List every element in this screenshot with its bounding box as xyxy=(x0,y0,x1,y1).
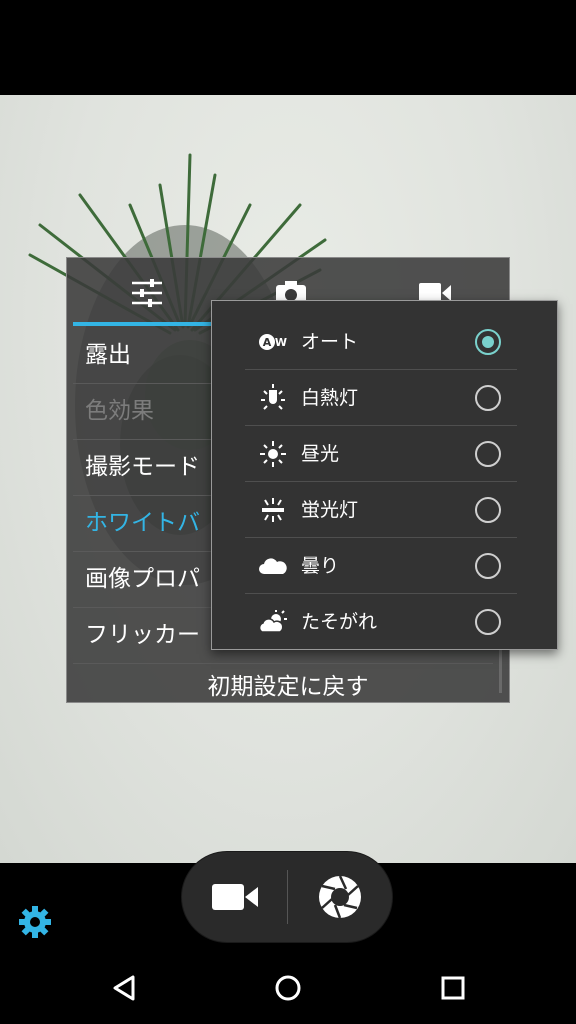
wb-option-label: オート xyxy=(301,331,359,353)
video-camera-icon xyxy=(211,884,258,910)
incandescent-icon xyxy=(257,384,289,412)
capture-controls xyxy=(182,852,392,942)
radio-unselected[interactable] xyxy=(475,553,501,579)
navigation-bar xyxy=(0,948,576,1024)
wb-option-daylight[interactable]: 昼光 xyxy=(245,426,517,482)
shutter-button[interactable] xyxy=(287,852,392,942)
wb-option-fluorescent[interactable]: 蛍光灯 xyxy=(245,482,517,538)
gear-icon xyxy=(19,906,51,938)
twilight-icon xyxy=(257,608,289,636)
cloudy-icon xyxy=(257,552,289,580)
auto-wb-icon: A W xyxy=(257,328,289,356)
video-record-button[interactable] xyxy=(182,852,287,942)
back-button[interactable] xyxy=(104,968,144,1008)
radio-selected[interactable] xyxy=(475,329,501,355)
wb-option-cloudy[interactable]: 曇り xyxy=(245,538,517,594)
wb-option-label: たそがれ xyxy=(301,611,378,633)
radio-unselected[interactable] xyxy=(475,385,501,411)
daylight-icon xyxy=(257,440,289,468)
sliders-icon xyxy=(132,279,162,307)
tab-settings[interactable] xyxy=(73,258,221,328)
home-circle-icon xyxy=(275,975,301,1001)
recents-button[interactable] xyxy=(433,968,473,1008)
svg-text:A: A xyxy=(263,336,272,349)
wb-option-incandescent[interactable]: 白熱灯 xyxy=(245,370,517,426)
back-triangle-icon xyxy=(113,975,135,1001)
svg-text:W: W xyxy=(275,336,287,349)
wb-option-label: 蛍光灯 xyxy=(301,499,359,521)
white-balance-popup: A W オート 白熱灯 昼光 蛍光灯 曇り たそがれ xyxy=(211,300,558,650)
status-bar xyxy=(0,0,576,95)
wb-option-label: 白熱灯 xyxy=(301,387,359,409)
recents-square-icon xyxy=(441,976,465,1000)
shutter-icon xyxy=(318,875,361,919)
settings-button[interactable] xyxy=(18,905,52,939)
wb-option-twilight[interactable]: たそがれ xyxy=(245,594,517,649)
tab-indicator xyxy=(73,322,221,326)
fluorescent-icon xyxy=(257,496,289,524)
home-button[interactable] xyxy=(268,968,308,1008)
radio-unselected[interactable] xyxy=(475,441,501,467)
wb-option-auto[interactable]: A W オート xyxy=(245,314,517,370)
radio-unselected[interactable] xyxy=(475,609,501,635)
wb-option-label: 昼光 xyxy=(301,443,340,465)
reset-defaults-button[interactable]: 初期設定に戻す xyxy=(67,672,509,702)
wb-option-label: 曇り xyxy=(301,555,340,577)
radio-unselected[interactable] xyxy=(475,497,501,523)
